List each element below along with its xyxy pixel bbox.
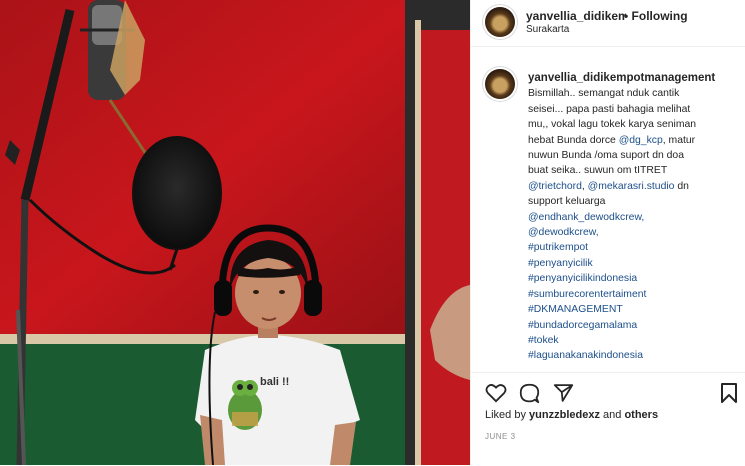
hashtag-link[interactable]: #DKMANAGEMENT: [528, 302, 738, 317]
mention-link[interactable]: @mekarasri.studio: [588, 181, 675, 192]
post-date: JUNE 3: [485, 432, 516, 441]
caption-line: nuwun Bunda /oma suport dn doa: [528, 150, 684, 162]
hashtag-link[interactable]: #tokek: [528, 333, 738, 348]
likes-summary: Liked by yunzzbledexz and others: [485, 409, 658, 421]
post-side-panel: yanvellia_didikempotmanagement • Followi…: [470, 0, 745, 465]
caption: yanvellia_didikempotmanagement Bismillah…: [528, 71, 738, 364]
caption-line: Bismillah.. semangat nduk cantik: [528, 88, 680, 100]
hashtag-link[interactable]: #laguanakanakindonesia: [528, 348, 738, 363]
caption-line: mu,, vokal lagu tokek karya seniman: [528, 119, 697, 131]
hashtag-link[interactable]: #putrikempot: [528, 240, 738, 255]
post-header: yanvellia_didikempotmanagement • Followi…: [471, 0, 745, 47]
caption-line: seisei... papa pasti bahagia melihat: [528, 103, 691, 115]
share-icon[interactable]: [553, 383, 574, 403]
caption-line: hebat Bunda dorce @dg_kcp, matur: [528, 133, 738, 148]
mention-link[interactable]: @trietchord: [528, 181, 582, 192]
hashtag-link[interactable]: #penyanyicilikindonesia: [528, 271, 738, 286]
shirt-text: bali !!: [260, 376, 290, 388]
caption-avatar[interactable]: [485, 69, 515, 99]
caption-text: dn: [674, 180, 689, 192]
mention-link[interactable]: @dewodkcrew,: [528, 225, 738, 240]
post-photo[interactable]: bali !!: [0, 0, 470, 465]
heart-icon[interactable]: [485, 383, 507, 403]
following-label[interactable]: • Following: [624, 9, 688, 23]
post-actions: Liked by yunzzbledexz and others JUNE 3: [471, 372, 745, 466]
liked-prefix: Liked by: [485, 409, 526, 421]
liked-user-link[interactable]: yunzzbledexz: [529, 409, 600, 421]
liked-and: and: [603, 409, 622, 421]
caption-line: @trietchord, @mekarasri.studio dn: [528, 179, 738, 194]
hashtag-link[interactable]: #sumburecorentertaiment: [528, 287, 738, 302]
caption-line: buat seika.. suwun om tITRET: [528, 165, 668, 177]
hashtag-link[interactable]: #penyanyicilik: [528, 256, 738, 271]
mention-link[interactable]: @dg_kcp: [619, 135, 663, 146]
caption-text: hebat Bunda dorce: [528, 134, 619, 146]
comment-icon[interactable]: [519, 383, 540, 404]
location-link[interactable]: Surakarta: [526, 24, 569, 35]
hashtag-link[interactable]: #bundadorcegamalama: [528, 318, 738, 333]
caption-line: support keluarga: [528, 196, 606, 208]
header-username[interactable]: yanvellia_didikempotmanagement: [526, 9, 626, 23]
caption-username[interactable]: yanvellia_didikempotmanagement: [528, 71, 738, 86]
liked-others-link[interactable]: others: [624, 409, 658, 421]
avatar[interactable]: [485, 7, 515, 37]
caption-text: , matur: [662, 134, 696, 146]
recording-studio-photo: [0, 0, 470, 465]
bookmark-icon[interactable]: [720, 382, 738, 404]
mention-link[interactable]: @endhank_dewodkcrew,: [528, 210, 738, 225]
